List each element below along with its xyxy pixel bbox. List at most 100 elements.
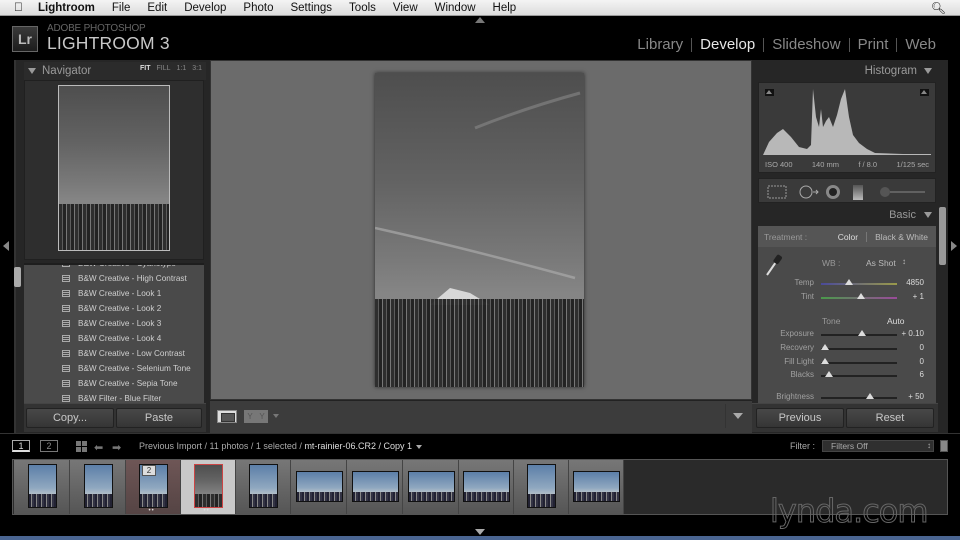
- slider-knob[interactable]: [821, 344, 829, 350]
- filmstrip-thumbnail[interactable]: [351, 471, 399, 502]
- main-screen-button[interactable]: 1: [12, 440, 30, 452]
- spot-removal-icon[interactable]: [797, 185, 821, 199]
- histogram-header[interactable]: Histogram: [756, 62, 936, 80]
- filter-lock-icon[interactable]: [940, 440, 948, 452]
- navigator-header[interactable]: Navigator FIT FILL 1:1 3:1: [24, 62, 206, 80]
- filmstrip-thumbnail[interactable]: [194, 464, 223, 508]
- graduated-filter-icon[interactable]: [851, 185, 865, 201]
- second-screen-button[interactable]: 2: [40, 440, 58, 452]
- zoom-3-1[interactable]: 3:1: [192, 65, 202, 72]
- slider-knob[interactable]: [857, 330, 866, 336]
- top-panel-toggle-icon[interactable]: [475, 17, 485, 23]
- filmstrip-thumbnail[interactable]: [527, 464, 556, 508]
- navigator-preview-image[interactable]: [58, 85, 170, 251]
- slider-track[interactable]: [821, 348, 897, 350]
- menu-settings[interactable]: Settings: [290, 2, 332, 14]
- slider-knob[interactable]: [866, 393, 875, 399]
- apple-menu-icon[interactable]: : [14, 1, 28, 14]
- slider-knob[interactable]: [825, 371, 834, 377]
- spotlight-search-icon[interactable]: 🔍︎: [931, 1, 946, 15]
- histogram-panel[interactable]: ISO 400 140 mm f / 8.0 1/125 sec: [758, 82, 936, 173]
- preset-item[interactable]: B&W Creative - Low Contrast: [24, 346, 204, 361]
- slider-track[interactable]: [821, 283, 897, 285]
- basic-header[interactable]: Basic: [756, 206, 936, 224]
- crop-overlay-icon[interactable]: [767, 185, 787, 199]
- slider-value[interactable]: + 1: [913, 292, 924, 301]
- treatment-bw[interactable]: Black & White: [875, 232, 928, 242]
- filmstrip-cell[interactable]: [236, 460, 291, 514]
- slider-value[interactable]: + 50: [908, 392, 924, 401]
- source-dropdown-icon[interactable]: [415, 444, 422, 449]
- preset-item[interactable]: B&W Creative - High Contrast: [24, 271, 204, 286]
- slider-track[interactable]: [821, 397, 897, 399]
- slider-track[interactable]: [821, 362, 897, 364]
- grid-view-icon[interactable]: [76, 441, 87, 452]
- slider-value[interactable]: 0: [920, 357, 924, 366]
- menu-window[interactable]: Window: [435, 2, 476, 14]
- zoom-fill[interactable]: FILL: [157, 65, 171, 72]
- filmstrip-cell[interactable]: ••: [181, 460, 236, 514]
- forward-arrow-icon[interactable]: ➡︎: [112, 441, 121, 454]
- slider-tint[interactable]: Tint + 1: [758, 291, 936, 304]
- menu-develop[interactable]: Develop: [184, 2, 226, 14]
- menu-help[interactable]: Help: [493, 2, 517, 14]
- module-slideshow[interactable]: Slideshow: [764, 36, 848, 53]
- slider-fill-light[interactable]: Fill Light 0: [758, 356, 936, 369]
- bottom-panel-toggle-icon[interactable]: [475, 529, 485, 535]
- preset-item[interactable]: B&W Creative - Look 2: [24, 301, 204, 316]
- preset-item[interactable]: B&W Creative - Selenium Tone: [24, 361, 204, 376]
- zoom-fit[interactable]: FIT: [140, 65, 151, 72]
- slider-temp[interactable]: Temp 4850: [758, 277, 936, 290]
- toolbar-options-dropdown-icon[interactable]: [733, 413, 743, 419]
- filmstrip-cell[interactable]: [403, 460, 459, 514]
- left-panel-scrollbar[interactable]: [14, 267, 21, 287]
- preset-item[interactable]: B&W Creative - Look 4: [24, 331, 204, 346]
- preset-item[interactable]: B&W Creative - Look 3: [24, 316, 204, 331]
- filmstrip-cell[interactable]: [347, 460, 403, 514]
- right-panel-toggle-icon[interactable]: [951, 241, 957, 251]
- preset-item[interactable]: B&W Creative - Look 1: [24, 286, 204, 301]
- preset-item[interactable]: B&W Creative - Sepia Tone: [24, 376, 204, 391]
- module-web[interactable]: Web: [897, 36, 944, 53]
- slider-recovery[interactable]: Recovery 0: [758, 342, 936, 355]
- module-develop[interactable]: Develop: [692, 36, 763, 53]
- slider-value[interactable]: 6: [920, 370, 924, 379]
- filmstrip-cell[interactable]: [70, 460, 126, 514]
- zoom-1-1[interactable]: 1:1: [177, 65, 187, 72]
- menu-file[interactable]: File: [112, 2, 131, 14]
- filmstrip-cell[interactable]: [459, 460, 514, 514]
- back-arrow-icon[interactable]: ⬅︎: [94, 441, 103, 454]
- filmstrip-thumbnail[interactable]: [27, 464, 57, 508]
- reset-button[interactable]: Reset: [846, 408, 934, 428]
- filmstrip-thumbnail[interactable]: [407, 471, 455, 502]
- menu-tools[interactable]: Tools: [349, 2, 376, 14]
- slider-value[interactable]: + 0.10: [902, 329, 924, 338]
- adjustment-brush-icon[interactable]: [877, 185, 927, 199]
- menu-photo[interactable]: Photo: [243, 2, 273, 14]
- filmstrip-thumbnail[interactable]: [295, 471, 343, 502]
- slider-blacks[interactable]: Blacks 6: [758, 369, 936, 382]
- copy-button[interactable]: Copy...: [26, 408, 114, 428]
- slider-knob[interactable]: [857, 293, 865, 299]
- filmstrip-thumbnail[interactable]: [249, 464, 278, 508]
- slider-exposure[interactable]: Exposure + 0.10: [758, 328, 936, 341]
- before-after-view-button[interactable]: YY: [244, 410, 268, 423]
- filmstrip-cell[interactable]: [514, 460, 569, 514]
- preset-item[interactable]: B&W Creative - Cyanotype: [24, 265, 204, 271]
- menu-edit[interactable]: Edit: [147, 2, 167, 14]
- slider-knob[interactable]: [821, 358, 829, 364]
- module-library[interactable]: Library: [629, 36, 691, 53]
- main-photo[interactable]: [375, 73, 584, 387]
- module-print[interactable]: Print: [850, 36, 897, 53]
- filmstrip-cell[interactable]: 2 ••: [126, 460, 181, 514]
- filmstrip-thumbnail[interactable]: [83, 464, 113, 508]
- wb-dropdown-arrows-icon[interactable]: ↕: [902, 257, 906, 266]
- slider-knob[interactable]: [844, 279, 853, 285]
- paste-button[interactable]: Paste: [116, 408, 202, 428]
- filmstrip-cell[interactable]: [569, 460, 624, 514]
- wb-eyedropper-icon[interactable]: [764, 253, 784, 277]
- filmstrip-thumbnail[interactable]: [573, 471, 620, 502]
- filter-select[interactable]: Filters Off: [822, 440, 934, 452]
- before-after-dropdown-icon[interactable]: [273, 414, 279, 418]
- menu-view[interactable]: View: [393, 2, 418, 14]
